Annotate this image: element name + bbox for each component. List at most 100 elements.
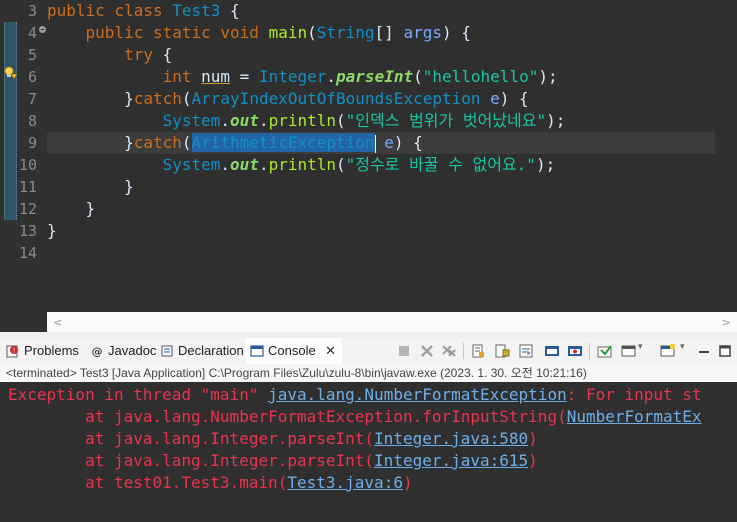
code-token: args	[403, 23, 442, 42]
stacktrace-link[interactable]: NumberFormatEx	[567, 407, 702, 426]
stacktrace-link[interactable]: Integer.java:615	[374, 451, 528, 470]
declaration-icon	[161, 345, 173, 357]
code-line[interactable]: }	[47, 198, 96, 220]
code-token: catch	[133, 133, 182, 152]
stacktrace-link[interactable]: java.lang.NumberFormatException	[268, 385, 567, 404]
remove-launch-icon[interactable]	[419, 343, 435, 359]
tab-javadoc[interactable]: @ Javadoc	[90, 338, 157, 364]
show-console-stderr-icon[interactable]	[567, 343, 583, 359]
quick-diff-bar	[4, 22, 17, 220]
code-token: static	[152, 23, 211, 42]
open-console-icon[interactable]	[660, 343, 676, 359]
stacktrace-link[interactable]: Integer.java:580	[374, 429, 528, 448]
code-token: "인덱스 범위가 벗어났네요"	[345, 111, 547, 130]
maximize-icon[interactable]	[717, 343, 733, 359]
word-wrap-icon[interactable]	[518, 343, 534, 359]
line-number: 12	[18, 200, 37, 218]
clear-console-icon[interactable]	[470, 343, 486, 359]
code-token: (	[181, 133, 192, 152]
tab-declaration-label: Declaration	[178, 343, 244, 358]
console-text: )	[402, 473, 413, 492]
scroll-right-icon[interactable]: >	[722, 316, 731, 329]
console-line: at java.lang.Integer.parseInt(Integer.ja…	[8, 450, 538, 472]
code-line[interactable]: }	[47, 176, 134, 198]
line-number: 3	[27, 2, 37, 20]
code-token: "hellohello"	[422, 67, 539, 86]
close-console-icon[interactable]: ✕	[325, 338, 336, 364]
horizontal-scrollbar[interactable]: < >	[47, 312, 737, 332]
code-token: println	[268, 155, 337, 174]
code-token: .	[326, 67, 337, 86]
code-token: num	[201, 67, 231, 86]
code-token: ) {	[441, 23, 471, 42]
line-number: 6	[27, 68, 37, 86]
toolbar-separator	[463, 343, 464, 359]
console-line: at java.lang.Integer.parseInt(Integer.ja…	[8, 428, 538, 450]
console-line: at java.lang.NumberFormatException.forIn…	[8, 406, 702, 428]
code-token: );	[546, 111, 566, 130]
code-token: (	[336, 111, 346, 130]
code-text-area[interactable]: public class Test3 { public static void …	[47, 0, 715, 312]
code-token: {	[220, 1, 240, 20]
warning-lightbulb-icon[interactable]	[4, 66, 17, 80]
fold-collapse-icon[interactable]	[39, 26, 46, 33]
code-line[interactable]: public class Test3 {	[47, 0, 240, 22]
vertical-scrollbar[interactable]	[715, 0, 737, 312]
minimize-icon[interactable]	[696, 343, 712, 359]
pin-console-icon[interactable]	[597, 343, 613, 359]
code-token: Integer	[258, 67, 327, 86]
horizontal-scroll-thumb[interactable]	[71, 318, 711, 326]
bottom-view-tabs: ! Problems @ Javadoc Declaration Console…	[0, 338, 737, 364]
code-token: catch	[133, 89, 182, 108]
line-number: 4	[27, 24, 37, 42]
display-selected-console-icon[interactable]	[621, 343, 637, 359]
line-number: 14	[18, 244, 37, 262]
code-line[interactable]: int num = Integer.parseInt("hellohello")…	[47, 66, 558, 88]
tab-problems[interactable]: ! Problems	[6, 338, 84, 364]
code-line[interactable]: public static void main(String[] args) {	[47, 22, 471, 44]
code-token: }	[47, 177, 134, 196]
console-text: : For input st	[566, 385, 702, 404]
code-line[interactable]: }	[47, 220, 57, 242]
tab-declaration[interactable]: Declaration	[160, 338, 244, 364]
terminate-icon[interactable]	[396, 343, 412, 359]
show-console-stdout-icon[interactable]	[544, 343, 560, 359]
code-token: }	[47, 199, 96, 218]
code-line[interactable]: }catch(ArrayIndexOutOfBoundsException e)…	[47, 88, 529, 110]
stacktrace-link[interactable]: Test3.java:6	[287, 473, 403, 492]
code-token: parseInt	[336, 67, 414, 86]
code-editor[interactable]: 3 4 5 6 7 8 9 10 11 12 13 14 public class Test3 { p…	[0, 0, 737, 332]
code-token: try	[124, 45, 153, 64]
dropdown-chevron-icon[interactable]: ▾	[638, 342, 643, 352]
code-token: out	[230, 155, 259, 174]
console-text: at java.lang.Integer.parseInt(	[8, 451, 375, 470]
tab-console[interactable]: Console ✕	[246, 338, 342, 364]
code-line[interactable]: }catch(ArithmeticException e) {	[47, 132, 423, 154]
code-line[interactable]: try {	[47, 44, 172, 66]
remove-all-terminated-icon[interactable]	[441, 343, 457, 359]
code-token: (	[336, 155, 346, 174]
scroll-lock-icon[interactable]	[494, 343, 510, 359]
code-token: ) {	[499, 89, 529, 108]
code-token: Test3	[172, 1, 221, 20]
line-number: 5	[27, 46, 37, 64]
dropdown-chevron-icon[interactable]: ▾	[680, 342, 685, 352]
code-line[interactable]: System.out.println("정수로 바꿀 수 없어요.");	[47, 154, 556, 176]
line-number-gutter: 3 4 5 6 7 8 9 10 11 12 13 14	[18, 0, 47, 332]
code-token: void	[220, 23, 259, 42]
code-token: public	[85, 23, 144, 42]
code-line[interactable]: System.out.println("인덱스 범위가 벗어났네요");	[47, 110, 566, 132]
toolbar-separator	[589, 343, 590, 359]
code-token: (	[413, 67, 423, 86]
console-output[interactable]: Exception in thread "main" java.lang.Num…	[0, 382, 737, 522]
code-token: e	[490, 89, 500, 108]
scroll-left-icon[interactable]: <	[53, 316, 62, 329]
